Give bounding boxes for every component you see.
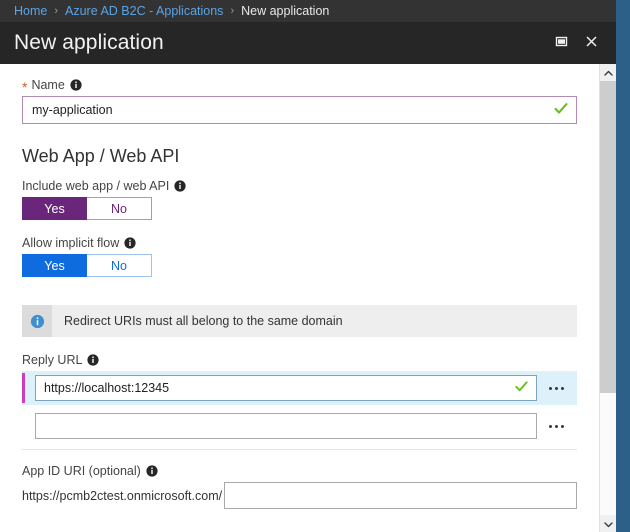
ellipsis-icon — [554, 386, 558, 390]
close-icon — [584, 34, 599, 52]
breadcrumb-item-new-application: New application — [241, 4, 330, 18]
allow-implicit-flow-yes-button[interactable]: Yes — [22, 254, 87, 277]
portal-right-edge — [616, 0, 630, 532]
include-web-app-label-text: Include web app / web API — [22, 179, 170, 193]
info-icon[interactable] — [146, 465, 158, 477]
reply-url-input-wrap — [35, 413, 537, 439]
name-label-text: Name — [31, 78, 65, 92]
ellipsis-icon — [554, 424, 558, 428]
info-icon[interactable] — [87, 354, 100, 366]
name-input[interactable] — [22, 96, 577, 124]
reply-url-label: Reply URL — [22, 353, 577, 367]
allow-implicit-flow-toggle: Yes No — [22, 254, 152, 277]
ellipsis-icon — [560, 386, 564, 390]
reply-url-menu-button-2[interactable] — [541, 413, 571, 439]
name-label: * Name — [22, 78, 577, 95]
include-web-app-yes-button[interactable]: Yes — [22, 197, 87, 220]
allow-implicit-flow-label-text: Allow implicit flow — [22, 236, 120, 250]
breadcrumb: Home › Azure AD B2C - Applications › New… — [0, 0, 616, 22]
app-id-uri-input[interactable] — [224, 482, 577, 509]
info-icon[interactable] — [124, 237, 136, 249]
reply-url-label-text: Reply URL — [22, 353, 83, 367]
include-web-app-label: Include web app / web API — [22, 179, 577, 193]
include-web-app-toggle: Yes No — [22, 197, 152, 220]
info-icon[interactable] — [174, 180, 186, 192]
close-button[interactable] — [576, 28, 606, 58]
vertical-scrollbar[interactable] — [599, 64, 616, 532]
allow-implicit-flow-no-button[interactable]: No — [87, 254, 152, 277]
row-accent-bar — [22, 411, 25, 441]
required-indicator: * — [22, 79, 28, 95]
page-title: New application — [14, 31, 164, 54]
scrollbar-track[interactable] — [600, 393, 616, 515]
reply-url-group: Reply URL — [22, 353, 577, 450]
name-input-row — [22, 96, 577, 124]
include-web-app-no-button[interactable]: No — [87, 197, 152, 220]
ellipsis-icon — [548, 386, 552, 390]
new-application-form: * Name my-application Web App / Web API … — [0, 64, 599, 532]
scroll-down-button[interactable] — [600, 515, 616, 532]
app-id-uri-group: App ID URI (optional) https://pcmb2ctest… — [22, 464, 577, 509]
breadcrumb-item-home[interactable]: Home — [14, 4, 47, 18]
reply-url-row — [22, 409, 577, 443]
allow-implicit-flow-group: Allow implicit flow Yes No — [22, 236, 577, 279]
info-icon[interactable] — [70, 79, 82, 91]
ellipsis-icon — [548, 424, 552, 428]
allow-implicit-flow-label: Allow implicit flow — [22, 236, 577, 250]
reply-url-menu-button-1[interactable] — [541, 375, 571, 401]
scroll-up-button[interactable] — [600, 64, 616, 81]
breadcrumb-item-azure-ad-b2c-applications[interactable]: Azure AD B2C - Applications — [65, 4, 223, 18]
ellipsis-icon — [560, 424, 564, 428]
redirect-uri-info-banner: Redirect URIs must all belong to the sam… — [22, 305, 577, 337]
reply-url-row — [22, 371, 577, 405]
chevron-up-icon — [603, 65, 613, 80]
include-web-app-group: Include web app / web API Yes No — [22, 179, 577, 222]
reply-url-input-1[interactable] — [35, 375, 537, 401]
app-id-uri-label-text: App ID URI (optional) — [22, 464, 141, 478]
blade-content: * Name my-application Web App / Web API … — [0, 64, 616, 532]
app-id-uri-row: https://pcmb2ctest.onmicrosoft.com/ — [22, 482, 577, 509]
new-application-blade: Home › Azure AD B2C - Applications › New… — [0, 0, 616, 532]
scrollbar-thumb[interactable] — [600, 81, 616, 393]
app-id-uri-prefix: https://pcmb2ctest.onmicrosoft.com/ — [22, 488, 223, 503]
breadcrumb-separator: › — [54, 5, 59, 17]
reply-url-input-2[interactable] — [35, 413, 537, 439]
row-accent-bar — [22, 373, 25, 403]
name-field-group: * Name — [22, 78, 577, 124]
app-id-uri-label: App ID URI (optional) — [22, 464, 577, 478]
chevron-down-icon — [603, 516, 613, 531]
web-app-section-heading: Web App / Web API — [22, 146, 180, 166]
blade-title-bar: New application — [0, 22, 616, 64]
maximize-button[interactable] — [546, 28, 576, 58]
info-banner-text: Redirect URIs must all belong to the sam… — [64, 314, 343, 328]
reply-url-input-wrap — [35, 375, 537, 401]
maximize-icon — [554, 34, 569, 52]
info-circle-icon — [22, 305, 52, 337]
breadcrumb-separator: › — [230, 5, 235, 17]
section-divider — [22, 449, 577, 450]
